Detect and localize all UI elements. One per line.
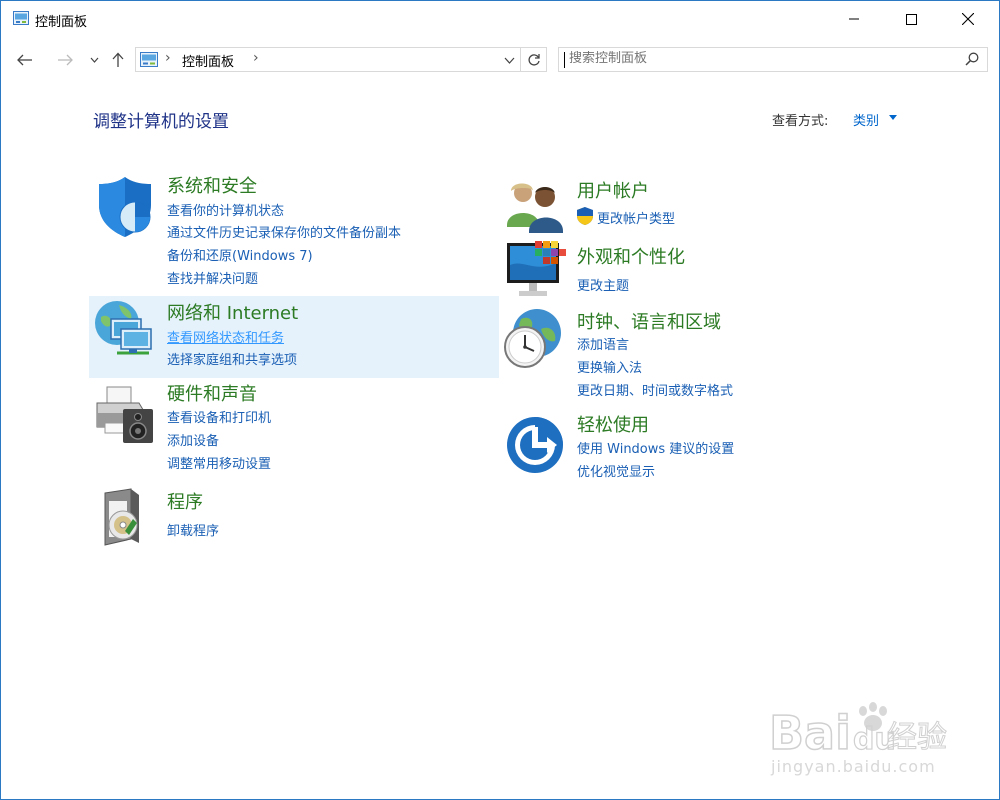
monitor-palette-icon[interactable]: [505, 239, 569, 303]
caret-down-icon[interactable]: [889, 115, 897, 120]
arrow-left-icon: [17, 54, 32, 66]
category-title-network[interactable]: 网络和 Internet: [167, 299, 298, 325]
printer-speaker-icon[interactable]: [93, 383, 157, 447]
arrow-right-icon: [58, 54, 73, 66]
uac-shield-icon: [577, 207, 593, 225]
watermark-url: jingyan.baidu.com: [771, 757, 936, 776]
chevron-down-icon: [90, 57, 98, 63]
recent-locations-button[interactable]: [85, 49, 103, 71]
link-devices-printers[interactable]: 查看设备和打印机: [167, 407, 271, 426]
svg-text:Bai: Bai: [769, 706, 851, 757]
breadcrumb-separator[interactable]: ›: [253, 50, 259, 66]
close-button[interactable]: [945, 1, 991, 37]
link-change-account-type[interactable]: 更改帐户类型: [597, 208, 675, 227]
maximize-button[interactable]: [888, 1, 934, 37]
network-globe-icon[interactable]: [93, 299, 157, 363]
arrow-up-icon: [112, 52, 124, 67]
control-panel-window: 控制面板 › 控制面板 › 搜索控制面板 调整计算机的设置 查看方式: 类别 系…: [0, 0, 1000, 800]
control-panel-icon: [140, 52, 158, 67]
category-title-programs[interactable]: 程序: [167, 488, 203, 514]
close-icon: [962, 13, 974, 25]
view-by-label: 查看方式:: [772, 114, 829, 129]
link-mobility-settings[interactable]: 调整常用移动设置: [167, 453, 271, 472]
category-title-ease-access[interactable]: 轻松使用: [577, 411, 649, 437]
up-button[interactable]: [107, 49, 129, 71]
link-add-language[interactable]: 添加语言: [577, 334, 629, 353]
svg-text:经验: 经验: [887, 720, 947, 755]
security-shield-icon[interactable]: [95, 175, 159, 239]
category-title-system-security[interactable]: 系统和安全: [167, 172, 257, 198]
link-troubleshoot[interactable]: 查找并解决问题: [167, 268, 258, 287]
baidu-paw-logo: Bai du 经验: [768, 702, 948, 761]
address-dropdown-button[interactable]: [501, 51, 517, 69]
link-change-input-method[interactable]: 更换输入法: [577, 357, 642, 376]
minimize-button[interactable]: [831, 1, 877, 37]
navigation-bar: › 控制面板 ›: [1, 41, 999, 81]
search-icon[interactable]: [965, 52, 979, 66]
search-box[interactable]: [558, 47, 988, 72]
link-view-network-status[interactable]: 查看网络状态和任务: [167, 327, 284, 346]
chevron-down-icon: [504, 57, 514, 64]
link-view-computer-status[interactable]: 查看你的计算机状态: [167, 200, 284, 219]
link-recommended-settings[interactable]: 使用 Windows 建议的设置: [577, 438, 734, 457]
minimize-icon: [849, 18, 859, 20]
category-title-hardware[interactable]: 硬件和声音: [167, 380, 257, 406]
view-by-dropdown[interactable]: 类别: [853, 110, 879, 129]
control-panel-icon: [13, 11, 29, 25]
link-change-theme[interactable]: 更改主题: [577, 275, 629, 294]
search-input[interactable]: [569, 51, 949, 66]
users-icon[interactable]: [505, 175, 569, 239]
link-add-device[interactable]: 添加设备: [167, 430, 219, 449]
refresh-button[interactable]: [521, 47, 547, 72]
link-change-date-time-format[interactable]: 更改日期、时间或数字格式: [577, 380, 733, 399]
clock-globe-icon[interactable]: [501, 307, 565, 371]
category-title-user-accounts[interactable]: 用户帐户: [577, 177, 649, 203]
link-homegroup-sharing[interactable]: 选择家庭组和共享选项: [167, 349, 297, 368]
category-title-appearance[interactable]: 外观和个性化: [577, 243, 685, 269]
link-uninstall-program[interactable]: 卸载程序: [167, 520, 219, 539]
link-file-history-backup[interactable]: 通过文件历史记录保存你的文件备份副本: [167, 222, 401, 241]
text-cursor: [564, 52, 565, 68]
title-bar[interactable]: 控制面板: [1, 1, 999, 37]
link-optimize-visual-display[interactable]: 优化视觉显示: [577, 461, 655, 480]
back-button[interactable]: [13, 49, 37, 71]
link-backup-restore[interactable]: 备份和还原(Windows 7): [167, 245, 313, 264]
breadcrumb-separator[interactable]: ›: [165, 50, 171, 66]
programs-icon[interactable]: [95, 487, 159, 551]
maximize-icon: [905, 13, 917, 25]
refresh-icon: [527, 53, 540, 66]
baidu-watermark: Bai du 经验: [768, 697, 949, 761]
forward-button[interactable]: [53, 49, 77, 71]
category-title-clock-region[interactable]: 时钟、语言和区域: [577, 308, 721, 334]
ease-of-access-icon[interactable]: [503, 413, 567, 477]
page-title: 调整计算机的设置: [93, 112, 229, 132]
breadcrumb-control-panel[interactable]: 控制面板: [182, 51, 234, 70]
window-title: 控制面板: [35, 15, 88, 30]
address-bar[interactable]: › 控制面板 ›: [135, 47, 521, 72]
